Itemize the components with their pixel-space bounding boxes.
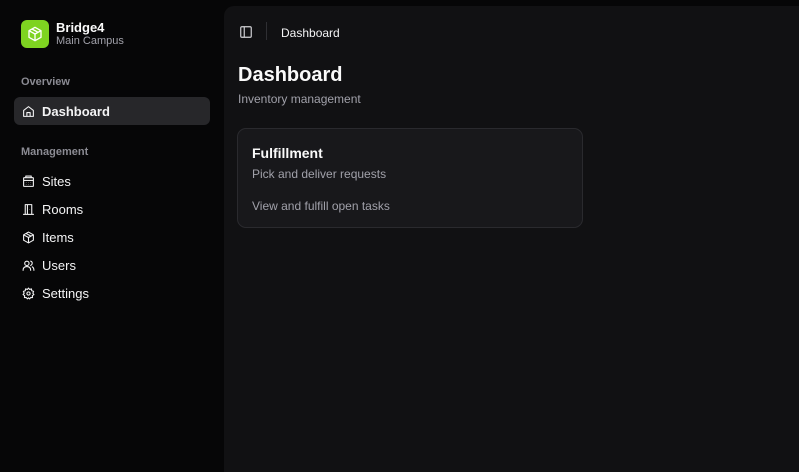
sidebar-item-dashboard[interactable]: Dashboard bbox=[14, 97, 210, 125]
brand[interactable]: Bridge4 Main Campus bbox=[21, 20, 124, 48]
gear-icon bbox=[21, 286, 35, 300]
sidebar-toggle-icon bbox=[239, 25, 253, 39]
box-icon bbox=[21, 20, 49, 48]
package-icon bbox=[21, 230, 35, 244]
door-icon bbox=[21, 202, 35, 216]
users-icon bbox=[21, 258, 35, 272]
sidebar-item-settings[interactable]: Settings bbox=[14, 279, 210, 307]
topbar: Dashboard bbox=[224, 6, 799, 50]
sidebar-item-label: Rooms bbox=[42, 201, 84, 217]
page-subtitle: Inventory management bbox=[238, 92, 361, 106]
home-icon bbox=[21, 104, 35, 118]
breadcrumb[interactable]: Dashboard bbox=[281, 26, 340, 40]
main-panel: Dashboard Dashboard Inventory management… bbox=[224, 6, 799, 472]
brand-subtitle: Main Campus bbox=[56, 35, 124, 47]
sidebar-item-users[interactable]: Users bbox=[14, 251, 210, 279]
app-window: Bridge4 Main Campus Overview Dashboard M… bbox=[0, 0, 799, 472]
card-body: View and fulfill open tasks bbox=[252, 199, 390, 213]
fulfillment-card[interactable]: Fulfillment Pick and deliver requests Vi… bbox=[237, 128, 583, 228]
sidebar-item-sites[interactable]: Sites bbox=[14, 167, 210, 195]
page-title: Dashboard bbox=[238, 64, 343, 86]
sidebar: Bridge4 Main Campus Overview Dashboard M… bbox=[0, 0, 224, 472]
overview-section-label: Overview bbox=[21, 76, 70, 88]
sidebar-item-label: Dashboard bbox=[42, 103, 110, 119]
sidebar-item-label: Settings bbox=[42, 285, 89, 301]
sidebar-item-label: Users bbox=[42, 257, 76, 273]
brand-name: Bridge4 bbox=[56, 20, 105, 35]
card-description: Pick and deliver requests bbox=[252, 167, 387, 181]
sidebar-item-label: Sites bbox=[42, 173, 71, 189]
sidebar-item-rooms[interactable]: Rooms bbox=[14, 195, 210, 223]
building-icon bbox=[21, 174, 35, 188]
card-title: Fulfillment bbox=[252, 145, 323, 161]
brand-text: Bridge4 Main Campus bbox=[56, 20, 124, 48]
topbar-divider bbox=[266, 22, 267, 40]
sidebar-item-items[interactable]: Items bbox=[14, 223, 210, 251]
sidebar-item-label: Items bbox=[42, 229, 74, 245]
sidebar-toggle-button[interactable] bbox=[237, 23, 255, 41]
management-section-label: Management bbox=[21, 146, 89, 158]
